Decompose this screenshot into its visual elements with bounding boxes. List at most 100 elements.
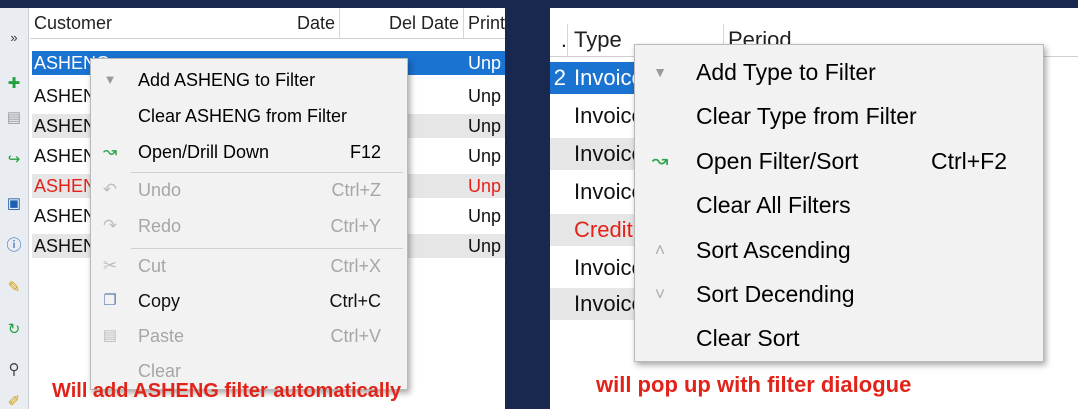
undo-icon: ↶ <box>102 180 118 199</box>
type-cell: Credit <box>574 217 633 242</box>
expand-icon[interactable]: » <box>4 28 24 48</box>
menu-item-clear-sort[interactable]: Clear Sort <box>635 321 1043 355</box>
menu-shortcut: Ctrl+Z <box>331 180 382 200</box>
pencil-icon[interactable]: ✐ <box>4 392 24 409</box>
menu-item-label: Open Filter/Sort <box>696 148 859 174</box>
edit-icon[interactable]: ✎ <box>4 278 24 298</box>
context-menu: ▼ Add ASHENG to Filter Clear ASHENG from… <box>90 58 408 390</box>
menu-item-add-to-filter[interactable]: ▼ Add Type to Filter <box>635 55 1043 89</box>
menu-shortcut: Ctrl+F2 <box>930 148 1007 174</box>
menu-item-label: Add ASHENG to Filter <box>138 70 316 90</box>
scissors-icon: ✂ <box>102 256 118 275</box>
type-cell: Invoice <box>574 65 640 90</box>
menu-separator <box>131 172 403 173</box>
menu-item-cut[interactable]: ✂ Cut Ctrl+X <box>91 252 407 280</box>
menu-item-sort-ascending[interactable]: ˄ Sort Ascending <box>635 233 1043 267</box>
menu-item-clear-from-filter[interactable]: Clear ASHENG from Filter <box>91 102 407 130</box>
menu-item-label: Sort Ascending <box>696 237 851 263</box>
column-header-print-label: Print <box>468 13 505 33</box>
context-menu: ▼ Add Type to Filter Clear Type from Fil… <box>634 44 1044 362</box>
menu-item-label: Add Type to Filter <box>696 59 876 85</box>
menu-shortcut: Ctrl+C <box>329 291 381 311</box>
menu-item-copy[interactable]: ❐ Copy Ctrl+C <box>91 287 407 315</box>
info-icon[interactable]: ⓘ <box>4 236 24 256</box>
menu-item-undo[interactable]: ↶ Undo Ctrl+Z <box>91 176 407 204</box>
column-header-print[interactable]: Print <box>464 8 505 38</box>
document-icon[interactable]: ▤ <box>4 108 24 128</box>
menu-item-open-drill-down[interactable]: ↝ Open/Drill Down F12 <box>91 138 407 166</box>
column-header-del-date[interactable]: Del Date <box>340 8 464 38</box>
menu-item-label: Open/Drill Down <box>138 142 270 162</box>
menu-shortcut: Ctrl+X <box>330 256 381 276</box>
new-document-icon[interactable]: ✚ <box>4 74 24 94</box>
print-cell: Unp <box>468 86 502 106</box>
table-row[interactable]: Credit <box>550 214 640 246</box>
column-header-customer-label: Customer <box>34 13 113 33</box>
chevron-down-icon: ˅ <box>654 284 666 304</box>
table-row[interactable]: Invoice <box>550 288 640 320</box>
table-row[interactable]: Invoice <box>550 100 640 132</box>
menu-item-label: Cut <box>138 256 167 276</box>
menu-item-label: Paste <box>138 326 185 346</box>
drill-down-icon[interactable]: ↪ <box>4 150 24 170</box>
print-cell: Unp <box>468 146 502 166</box>
column-header-del-date-label: Del Date <box>388 13 459 33</box>
paste-icon: ▤ <box>102 327 118 344</box>
menu-item-clear-from-filter[interactable]: Clear Type from Filter <box>635 99 1043 133</box>
menu-item-label: Copy <box>138 291 181 311</box>
menu-shortcut: Ctrl+V <box>330 326 381 346</box>
table-row[interactable]: Invoice <box>550 176 640 208</box>
menu-item-label: Clear Sort <box>696 325 800 351</box>
menu-separator <box>131 248 403 249</box>
menu-shortcut: Ctrl+Y <box>330 216 381 236</box>
menu-item-label: Redo <box>138 216 182 236</box>
type-cell: Invoice <box>574 179 640 204</box>
transaction-grid-panel: . Type Period 2 Invoice Invoice Invoice … <box>550 8 1078 409</box>
customer-grid-panel: » ✚ ▤ ↪ ▣ ⓘ ✎ ↻ ⚲ ✐ Customer Date Del Da… <box>0 8 505 409</box>
print-cell: Unp <box>468 176 502 196</box>
copy-icon: ❐ <box>103 292 117 309</box>
print-cell: Unp <box>468 206 502 226</box>
column-header-number[interactable]: . <box>550 24 568 56</box>
menu-shortcut: F12 <box>349 142 381 162</box>
column-header-type-label: Type <box>574 27 622 52</box>
filter-icon: ▼ <box>103 72 117 87</box>
column-header-date[interactable]: Date <box>246 8 340 38</box>
menu-item-label: Clear ASHENG from Filter <box>138 106 348 126</box>
column-header-date-label: Date <box>296 13 335 33</box>
print-cell: Unp <box>468 236 502 256</box>
menu-item-clear-all-filters[interactable]: Clear All Filters <box>635 188 1043 222</box>
table-row[interactable]: Invoice <box>550 138 640 170</box>
menu-item-redo[interactable]: ↷ Redo Ctrl+Y <box>91 212 407 240</box>
green-arrow-icon: ↝ <box>102 142 118 161</box>
side-toolbar: » ✚ ▤ ↪ ▣ ⓘ ✎ ↻ ⚲ ✐ <box>0 8 29 409</box>
menu-item-label: Clear All Filters <box>696 192 851 218</box>
redo-icon: ↷ <box>102 216 118 235</box>
menu-item-label: Clear Type from Filter <box>696 103 917 129</box>
type-cell: Invoice <box>574 103 640 128</box>
annotation-caption-right: will pop up with filter dialogue <box>596 372 912 397</box>
menu-item-label: Sort Decending <box>696 281 855 307</box>
print-icon[interactable]: ▣ <box>4 194 24 214</box>
menu-item-paste[interactable]: ▤ Paste Ctrl+V <box>91 322 407 350</box>
chevron-up-icon: ˄ <box>654 240 666 260</box>
table-row[interactable]: 2 Invoice <box>550 62 640 94</box>
green-arrow-icon: ↝ <box>651 150 669 172</box>
type-cell: Invoice <box>574 141 640 166</box>
refresh-icon[interactable]: ↻ <box>4 320 24 340</box>
type-cell: Invoice <box>574 291 640 316</box>
menu-item-sort-descending[interactable]: ˅ Sort Decending <box>635 277 1043 311</box>
search-icon[interactable]: ⚲ <box>4 360 24 380</box>
number-cell: 2 <box>553 65 566 90</box>
annotation-caption-left: Will add ASHENG filter automatically <box>52 380 402 402</box>
menu-item-open-filter-sort[interactable]: ↝ Open Filter/Sort Ctrl+F2 <box>635 144 1043 178</box>
table-row[interactable]: Invoice <box>550 252 640 284</box>
print-cell: Unp <box>468 116 502 136</box>
filter-icon: ▼ <box>653 64 667 80</box>
header-divider <box>30 38 505 39</box>
menu-item-label: Undo <box>138 180 182 200</box>
type-cell: Invoice <box>574 255 640 280</box>
column-header-number-label: . <box>560 27 567 52</box>
print-cell: Unp <box>468 53 502 73</box>
menu-item-add-to-filter[interactable]: ▼ Add ASHENG to Filter <box>91 66 407 94</box>
